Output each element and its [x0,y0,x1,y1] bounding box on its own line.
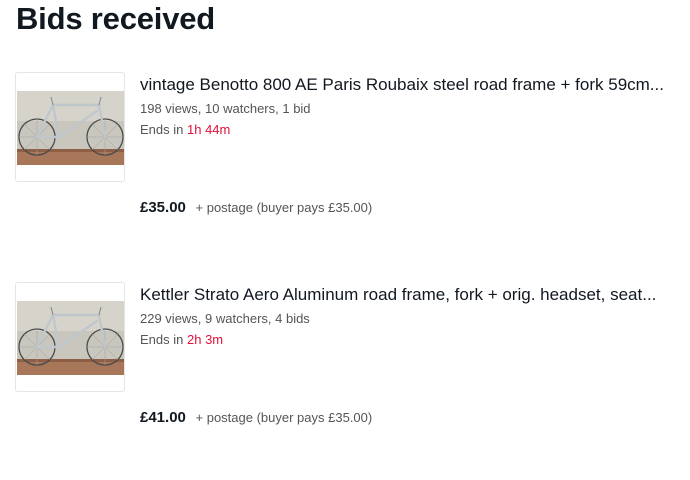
time-left: 2h 3m [187,332,224,347]
listing-thumbnail[interactable] [15,72,125,182]
current-price: £41.00 [140,409,186,426]
current-price: £35.00 [140,199,186,216]
listing-thumbnail[interactable] [15,282,125,392]
price-row: £41.00 + postage (buyer pays £35.00) [140,409,372,426]
listing-stats: 229 views, 9 watchers, 4 bids [140,311,310,326]
postage-info: + postage (buyer pays £35.00) [195,200,373,215]
time-left: 1h 44m [187,122,231,137]
bicycle-image [17,301,124,375]
listing-title[interactable]: Kettler Strato Aero Aluminum road frame,… [140,284,680,306]
listing-ends: Ends in 1h 44m [140,122,230,137]
bicycle-image [17,91,124,165]
listing-ends: Ends in 2h 3m [140,332,223,347]
listing-title[interactable]: vintage Benotto 800 AE Paris Roubaix ste… [140,74,680,96]
price-row: £35.00 + postage (buyer pays £35.00) [140,199,372,216]
page-title: Bids received [16,1,216,36]
postage-info: + postage (buyer pays £35.00) [195,410,373,425]
ends-label: Ends in [140,332,184,347]
ends-label: Ends in [140,122,184,137]
listing-stats: 198 views, 10 watchers, 1 bid [140,101,311,116]
